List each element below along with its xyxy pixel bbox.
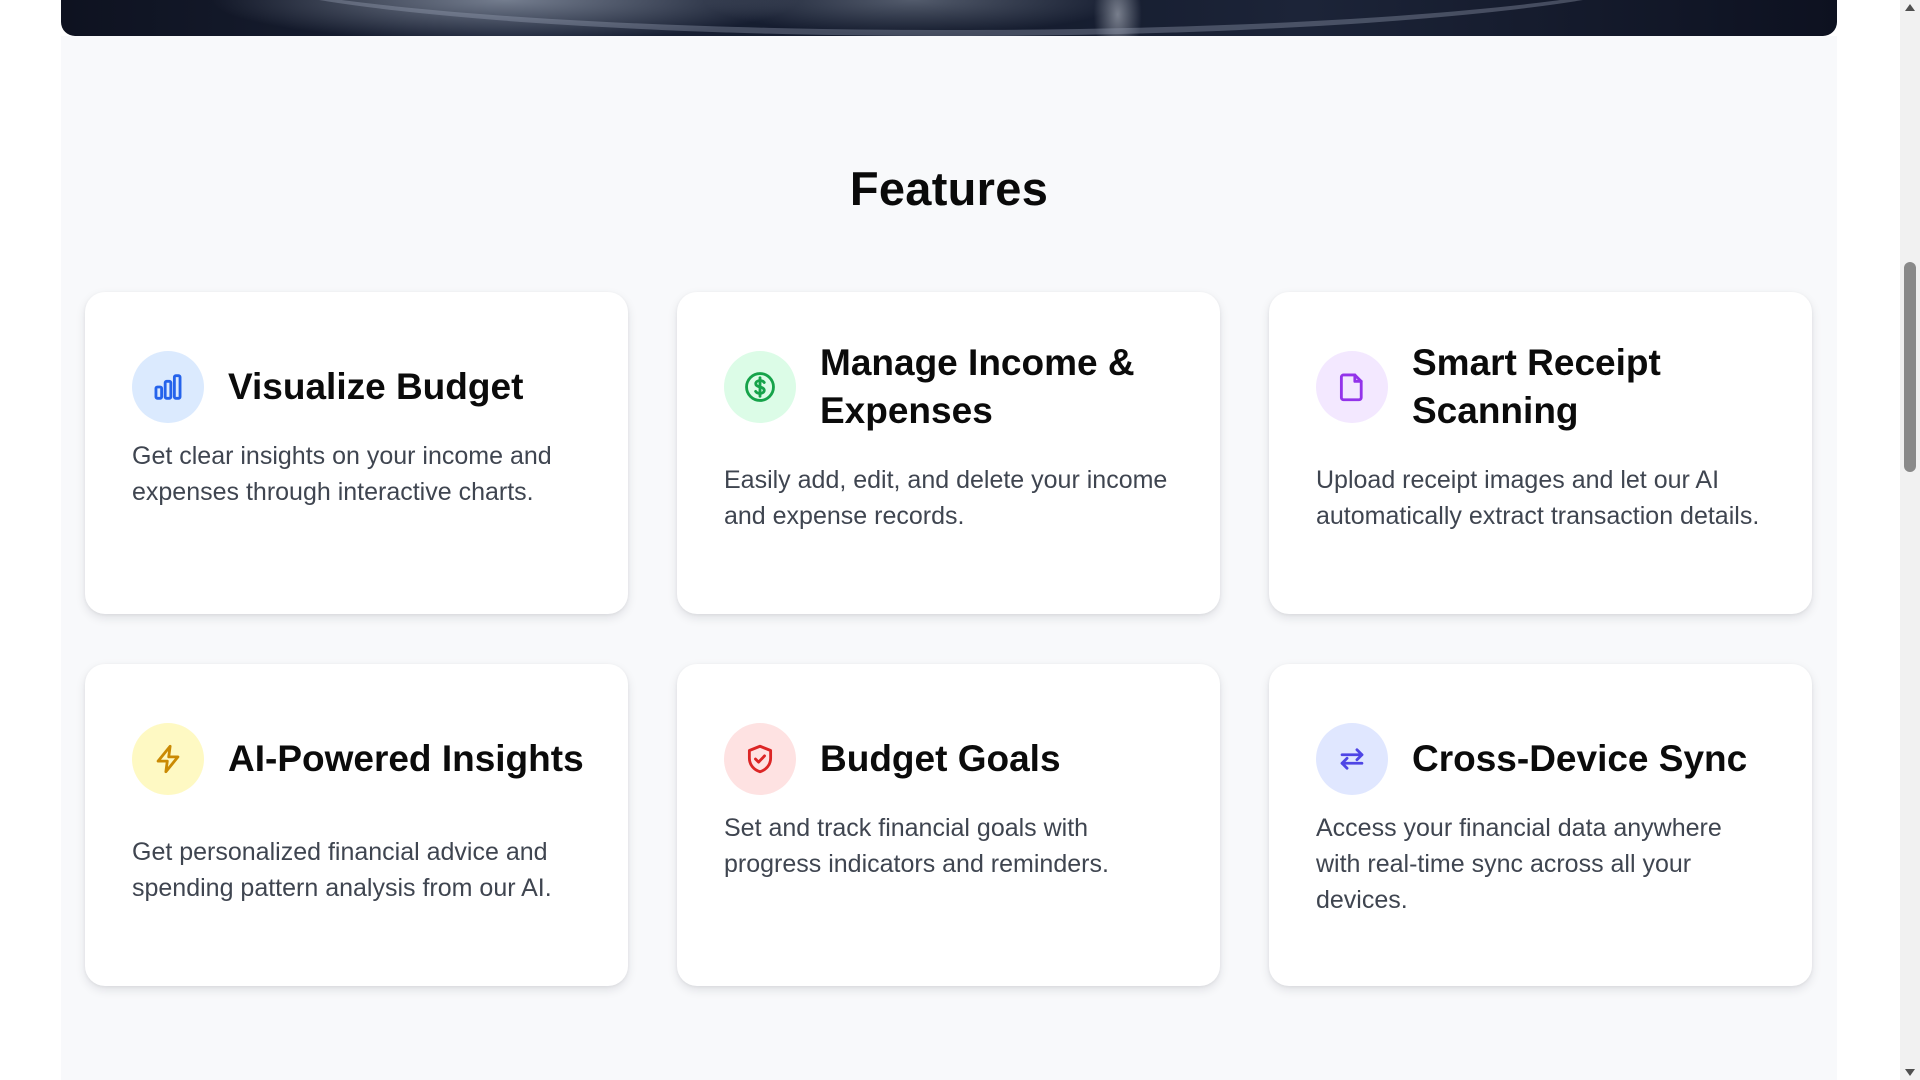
feature-description: Set and track financial goals with progr…: [724, 814, 1109, 878]
features-section: Features Visualize Budget Get clear insi…: [61, 36, 1837, 1080]
hero-image-bottom: [61, 0, 1837, 36]
vertical-scrollbar[interactable]: [1900, 0, 1920, 1080]
feature-title: Budget Goals: [820, 737, 1061, 779]
feature-description: Get personalized financial advice and sp…: [132, 838, 552, 902]
feature-description: Get clear insights on your income and ex…: [132, 442, 552, 506]
feature-description: Upload receipt images and let our AI aut…: [1316, 466, 1760, 530]
feature-description: Access your financial data anywhere with…: [1316, 814, 1722, 914]
feature-card-header: AI-Powered Insights: [132, 711, 598, 806]
scroll-up-arrow-icon[interactable]: [1905, 4, 1915, 11]
feature-card-header: Budget Goals: [724, 711, 1190, 806]
section-title: Features: [849, 162, 1049, 215]
feature-card-header: Smart Receipt Scanning: [1316, 339, 1782, 434]
scroll-down-arrow-icon[interactable]: [1905, 1069, 1915, 1076]
feature-card-header: Visualize Budget: [132, 339, 598, 434]
feature-card-smart-receipt-scanning: Smart Receipt Scanning Upload receipt im…: [1269, 292, 1812, 614]
bar-chart-icon: [132, 350, 204, 423]
shield-check-icon: [724, 722, 796, 795]
feature-title: Cross-Device Sync: [1412, 737, 1748, 779]
sync-arrows-icon: [1316, 722, 1388, 795]
feature-title: Smart Receipt Scanning: [1412, 341, 1661, 431]
feature-card-visualize-budget: Visualize Budget Get clear insights on y…: [85, 292, 628, 614]
feature-description: Easily add, edit, and delete your income…: [724, 466, 1168, 530]
feature-card-budget-goals: Budget Goals Set and track financial goa…: [677, 664, 1220, 986]
dollar-circle-icon: [724, 350, 796, 423]
feature-title: AI-Powered Insights: [228, 737, 584, 779]
scrollbar-thumb[interactable]: [1904, 262, 1916, 472]
feature-card-cross-device-sync: Cross-Device Sync Access your financial …: [1269, 664, 1812, 986]
feature-card-header: Manage Income & Expenses: [724, 339, 1190, 434]
document-icon: [1316, 350, 1388, 423]
feature-title: Visualize Budget: [228, 365, 524, 407]
feature-card-header: Cross-Device Sync: [1316, 711, 1782, 806]
page: Features Visualize Budget Get clear insi…: [0, 0, 1920, 1080]
feature-card-ai-powered-insights: AI-Powered Insights Get personalized fin…: [85, 664, 628, 986]
feature-card-manage-income-expenses: Manage Income & Expenses Easily add, edi…: [677, 292, 1220, 614]
feature-title: Manage Income & Expenses: [820, 341, 1135, 431]
lightning-icon: [132, 722, 204, 795]
